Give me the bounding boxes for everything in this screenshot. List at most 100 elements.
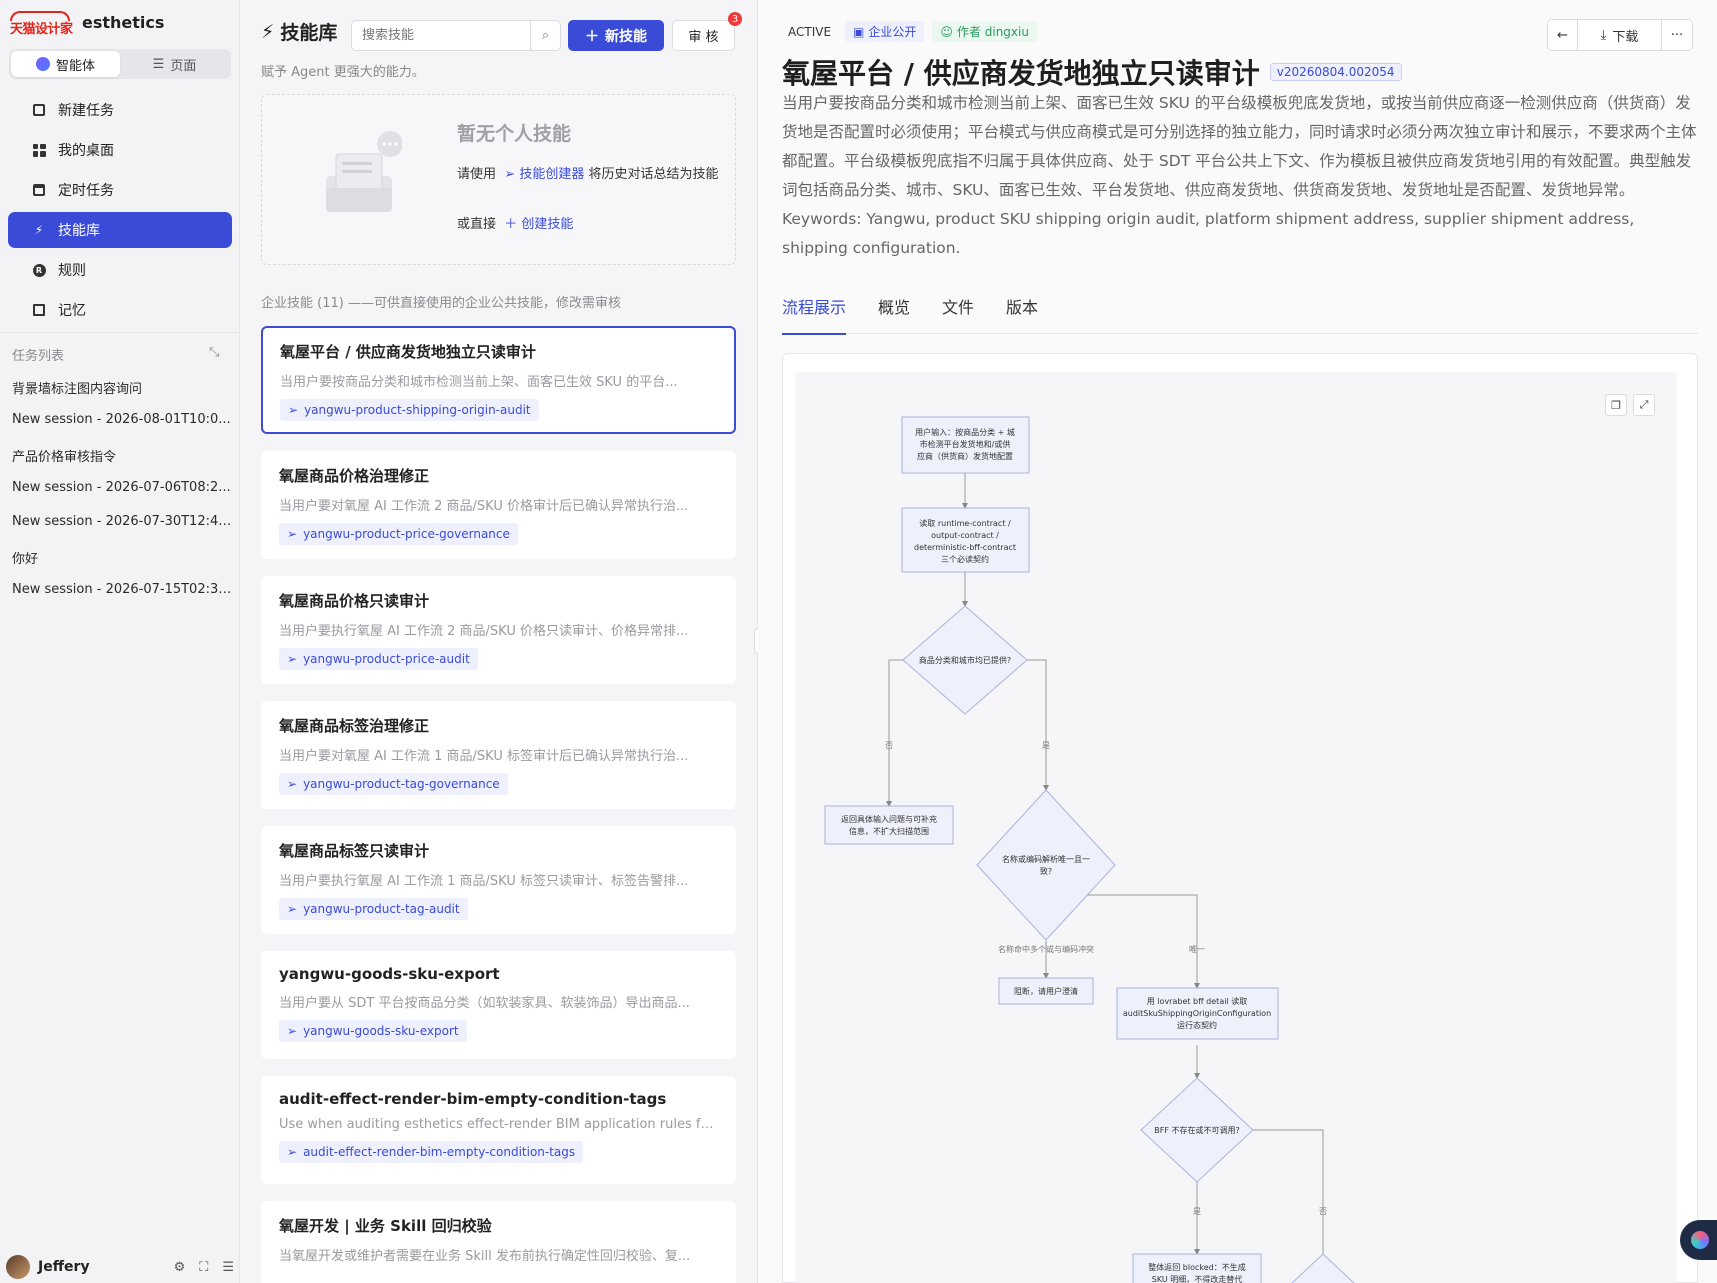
task-list-title: 任务列表 (12, 349, 65, 364)
layout-icon[interactable]: ⛶ (199, 1260, 208, 1275)
edge-label-no: 否 (1319, 1207, 1327, 1216)
copy-icon[interactable]: ❐ (1605, 394, 1627, 416)
skill-id-tag: ➢ yangwu-product-tag-audit (279, 898, 468, 920)
more-icon[interactable]: ··· (1662, 20, 1692, 50)
search-input[interactable] (352, 21, 530, 50)
flowchart-canvas[interactable]: 用户输入：按商品分类 + 城市检测平台发货地和/或供应商（供货商）发货地配置 读… (795, 372, 1677, 1283)
skill-card-desc: 当用户要执行氧屋 AI 工作流 1 商品/SKU 标签只读审计、标签告警排... (279, 874, 689, 889)
review-label: 审 核 (688, 30, 719, 45)
tab-overview[interactable]: 概览 (878, 292, 910, 334)
tab-flow[interactable]: 流程展示 (782, 292, 847, 335)
skill-card[interactable]: audit-effect-render-bim-empty-condition-… (261, 1076, 736, 1184)
skill-card[interactable]: 氧屋开发 | 业务 Skill 回归校验 当氧屋开发或维护者需要在业务 Skil… (261, 1201, 736, 1283)
download-button[interactable]: ⤓ 下载 (1578, 20, 1662, 50)
skill-creator-link[interactable]: ➢ 技能创建器 (500, 167, 584, 182)
assistant-icon (1691, 1231, 1709, 1249)
skill-card[interactable]: 氧屋商品价格只读审计 当用户要执行氧屋 AI 工作流 2 商品/SKU 价格只读… (261, 576, 736, 684)
task-item[interactable]: New session - 2026-07-15T02:37... (12, 582, 232, 616)
back-arrow-icon[interactable]: ← (1548, 20, 1578, 50)
tab-files[interactable]: 文件 (942, 292, 974, 334)
skill-card[interactable]: yangwu-goods-sku-export 当用户要从 SDT 平台按商品分… (261, 951, 736, 1059)
mode-agent-button[interactable]: 智能体 (11, 51, 120, 77)
task-list: 背景墙标注图内容询问 New session - 2026-08-01T10:0… (12, 378, 232, 616)
skill-detail-panel: ACTIVE ▣ 企业公开 ☺ 作者 dingxiu ← ⤓ 下载 ··· 氧屋平台 … (758, 0, 1717, 1283)
nav-label: 定时任务 (58, 183, 114, 199)
skill-card-desc: 当用户要按商品分类和城市检测当前上架、面客已生效 SKU 的平台... (280, 375, 678, 390)
visibility-badge: ▣ 企业公开 (845, 21, 925, 42)
edge-label-yes: 是 (1193, 1207, 1201, 1216)
search-icon[interactable]: ⌕ (530, 21, 560, 50)
nav-label: 规则 (58, 263, 86, 279)
menu-icon[interactable]: ☰ (222, 1260, 234, 1275)
nav-new-task[interactable]: 新建任务 (8, 92, 232, 128)
skill-card-title: 氧屋商品价格治理修正 (279, 467, 430, 485)
empty-hint-text: 或直接 (457, 217, 497, 232)
empty-personal-skills: 暂无个人技能 请使用 ➢ 技能创建器 将历史对话总结为技能 或直接 ＋ 创建技能 (261, 94, 736, 265)
skill-search: ⌕ (351, 20, 561, 51)
plus-icon: ＋ (585, 28, 599, 45)
create-skill-link[interactable]: ＋ 创建技能 (500, 217, 573, 232)
svg-text:商品分类和城市均已提供?: 商品分类和城市均已提供? (919, 655, 1011, 665)
flow-decision-resolve: 名称或编码解析唯一且一致? (976, 789, 1116, 941)
left-sidebar: 天猫设计家 esthetics 智能体 ☰ 页面 新建任务 我的桌面 定时任务 … (0, 0, 240, 1283)
list-icon: ☰ (152, 56, 165, 72)
skill-id-tag: ➢ audit-effect-render-bim-empty-condition… (279, 1141, 584, 1163)
task-item[interactable]: New session - 2026-07-30T12:41... (12, 514, 232, 548)
flow-node-read-contracts: 读取 runtime-contract / output-contract / de… (901, 507, 1030, 573)
skill-card[interactable]: 氧屋商品标签只读审计 当用户要执行氧屋 AI 工作流 1 商品/SKU 标签只读… (261, 826, 736, 934)
skill-card-desc: 当氧屋开发或维护者需要在业务 Skill 发布前执行确定性回归校验、复... (279, 1249, 691, 1264)
assistant-float-button[interactable] (1680, 1220, 1717, 1260)
user-bar: Jeffery ⚙ ⛶ ☰ (0, 1252, 240, 1282)
flow-node-return-input-issue: 返回具体输入问题与可补充信息，不扩大扫描范围 (824, 805, 954, 845)
bolt-icon: ⚡ (34, 223, 44, 237)
page-title: ⚡ 技能库 (261, 18, 337, 45)
skill-card[interactable]: 氧屋平台 / 供应商发货地独立只读审计 当用户要按商品分类和城市检测当前上架、面… (261, 326, 736, 434)
skill-id-text: yangwu-product-tag-audit (303, 902, 460, 916)
skill-id-text: yangwu-product-price-audit (303, 652, 470, 666)
nav-label: 新建任务 (58, 103, 114, 119)
new-skill-button[interactable]: ＋ 新技能 (568, 20, 664, 51)
task-item[interactable]: 产品价格审核指令 (12, 446, 232, 480)
flow-node-start: 用户输入：按商品分类 + 城市检测平台发货地和/或供应商（供货商）发货地配置 (901, 416, 1030, 474)
avatar[interactable] (6, 1255, 30, 1279)
skill-card[interactable]: 氧屋商品标签治理修正 当用户要对氧屋 AI 工作流 1 商品/SKU 标签审计后… (261, 701, 736, 809)
mode-agent-label: 智能体 (55, 58, 95, 74)
skill-id-tag: ➢ yangwu-product-tag-governance (279, 773, 508, 795)
nav-rules[interactable]: R 规则 (8, 252, 232, 288)
building-icon: ▣ (853, 24, 865, 39)
skill-tag-icon: ➢ (287, 777, 298, 791)
memory-icon (32, 303, 46, 317)
task-item[interactable]: New session - 2026-08-01T10:0... (12, 412, 232, 446)
nav-label: 我的桌面 (58, 143, 114, 159)
mode-page-button[interactable]: ☰ 页面 (120, 51, 229, 77)
nav-memory[interactable]: 记忆 (8, 292, 232, 328)
skill-id-text: yangwu-product-tag-governance (303, 777, 500, 791)
skill-card-desc: 当用户要对氧屋 AI 工作流 2 商品/SKU 价格审计后已确认异常执行治... (279, 499, 689, 514)
nav-my-desktop[interactable]: 我的桌面 (8, 132, 232, 168)
enterprise-skills-label: 企业技能 (11) ——可供直接使用的企业公共技能，修改需审核 (261, 296, 621, 311)
task-item[interactable]: 背景墙标注图内容询问 (12, 378, 232, 412)
bolt-icon: ⚡ (261, 20, 275, 43)
detail-actions: ← ⤓ 下载 ··· (1547, 19, 1693, 51)
fullscreen-icon[interactable]: ⤢ (1633, 394, 1655, 416)
user-name: Jeffery (38, 1259, 90, 1275)
user-icon: ☺ (940, 24, 953, 39)
tab-versions[interactable]: 版本 (1006, 292, 1038, 334)
collapse-icon[interactable]: ⤡ (209, 345, 219, 360)
nav-skills[interactable]: ⚡ 技能库 (8, 212, 232, 248)
review-button[interactable]: 审 核 (672, 20, 735, 51)
skill-card[interactable]: 氧屋商品价格治理修正 当用户要对氧屋 AI 工作流 2 商品/SKU 价格审计后… (261, 451, 736, 559)
brand[interactable]: 天猫设计家 esthetics (8, 8, 164, 37)
skill-card-list: 氧屋平台 / 供应商发货地独立只读审计 当用户要按商品分类和城市检测当前上架、面… (261, 326, 736, 1283)
gear-icon[interactable]: ⚙ (174, 1260, 186, 1275)
skill-card-title: 氧屋开发 | 业务 Skill 回归校验 (279, 1217, 492, 1235)
skill-card-desc: 当用户要执行氧屋 AI 工作流 2 商品/SKU 价格只读审计、价格异常排... (279, 624, 689, 639)
flow-decision-inputs: 商品分类和城市均已提供? (902, 605, 1028, 715)
task-item[interactable]: New session - 2026-07-06T08:2... (12, 480, 232, 514)
empty-hint-text: 将历史对话总结为技能 (588, 167, 719, 182)
nav-scheduled-tasks[interactable]: 定时任务 (8, 172, 232, 208)
page-subtitle: 赋予 Agent 更强大的能力。 (261, 65, 425, 80)
visibility-text: 企业公开 (868, 25, 917, 39)
skill-list-panel: ⚡ 技能库 ⌕ ＋ 新技能 审 核 3 赋予 Agent 更强大的能力。 暂无个… (240, 0, 758, 1283)
task-item[interactable]: 你好 (12, 548, 232, 582)
